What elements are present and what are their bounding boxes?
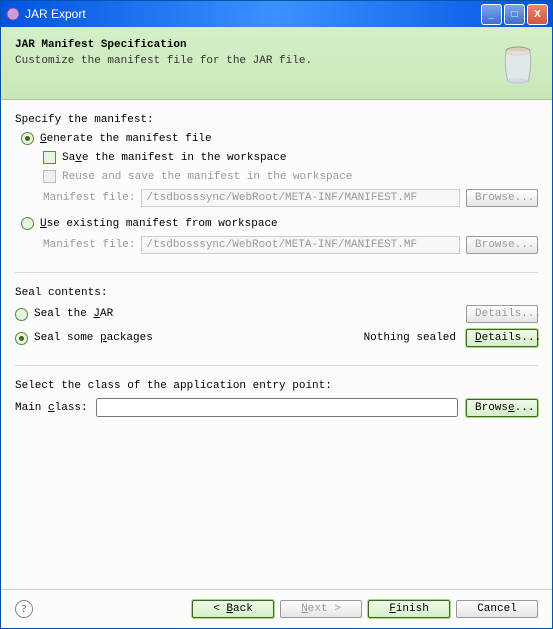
browse-main-class-button[interactable]: Browse... <box>466 399 538 417</box>
save-manifest-check[interactable]: Save the manifest in the workspace <box>43 151 538 164</box>
checkbox-icon <box>43 170 56 183</box>
manifest-file-label-2: Manifest file: <box>43 239 135 251</box>
manifest-section: Specify the manifest: Generate the manif… <box>15 114 538 254</box>
browse-manifest-button-2: Browse... <box>466 236 538 254</box>
reuse-manifest-check: Reuse and save the manifest in the works… <box>43 170 538 183</box>
titlebar[interactable]: JAR Export _ □ X <box>1 1 552 27</box>
seal-jar-radio[interactable]: Seal the JAR <box>15 308 113 321</box>
manifest-file-input <box>141 189 460 207</box>
generate-manifest-radio[interactable]: Generate the manifest file <box>21 132 538 145</box>
radio-icon <box>15 308 28 321</box>
divider <box>15 365 538 366</box>
seal-section: Seal contents: Seal the JAR Details... S… <box>15 287 538 347</box>
radio-icon <box>21 132 34 145</box>
page-subtitle: Customize the manifest file for the JAR … <box>15 55 490 67</box>
use-existing-label: Use existing manifest from workspace <box>40 218 278 230</box>
dialog-window: JAR Export _ □ X JAR Manifest Specificat… <box>0 0 553 629</box>
radio-icon <box>21 217 34 230</box>
manifest-file-input-2 <box>141 236 460 254</box>
jar-icon <box>490 39 538 87</box>
wizard-header: JAR Manifest Specification Customize the… <box>1 27 552 100</box>
back-button[interactable]: < Back <box>192 600 274 618</box>
maximize-button[interactable]: □ <box>504 4 525 25</box>
app-icon <box>5 6 21 22</box>
entry-label: Select the class of the application entr… <box>15 380 538 392</box>
button-bar: ? < Back Next > Finish Cancel <box>1 589 552 628</box>
seal-label: Seal contents: <box>15 287 538 299</box>
manifest-label: Specify the manifest: <box>15 114 538 126</box>
next-button: Next > <box>280 600 362 618</box>
browse-manifest-button: Browse... <box>466 189 538 207</box>
seal-some-label: Seal some packages <box>34 332 153 344</box>
seal-jar-details-button: Details... <box>466 305 538 323</box>
radio-icon <box>15 332 28 345</box>
seal-status: Nothing sealed <box>364 332 456 344</box>
use-existing-radio[interactable]: Use existing manifest from workspace <box>21 217 538 230</box>
generate-manifest-label: Generate the manifest file <box>40 133 212 145</box>
help-button[interactable]: ? <box>15 600 33 618</box>
main-class-label: Main class: <box>15 402 88 414</box>
main-class-input[interactable] <box>96 398 458 417</box>
cancel-button[interactable]: Cancel <box>456 600 538 618</box>
entry-section: Select the class of the application entr… <box>15 380 538 417</box>
minimize-button[interactable]: _ <box>481 4 502 25</box>
seal-some-details-button[interactable]: Details... <box>466 329 538 347</box>
close-button[interactable]: X <box>527 4 548 25</box>
seal-jar-label: Seal the JAR <box>34 308 113 320</box>
content-area: Specify the manifest: Generate the manif… <box>1 100 552 589</box>
save-manifest-label: Save the manifest in the workspace <box>62 152 286 164</box>
seal-some-radio[interactable]: Seal some packages <box>15 332 153 345</box>
checkbox-icon <box>43 151 56 164</box>
finish-button[interactable]: Finish <box>368 600 450 618</box>
divider <box>15 272 538 273</box>
window-title: JAR Export <box>25 7 481 21</box>
manifest-file-label: Manifest file: <box>43 192 135 204</box>
reuse-manifest-label: Reuse and save the manifest in the works… <box>62 171 352 183</box>
page-title: JAR Manifest Specification <box>15 39 490 51</box>
